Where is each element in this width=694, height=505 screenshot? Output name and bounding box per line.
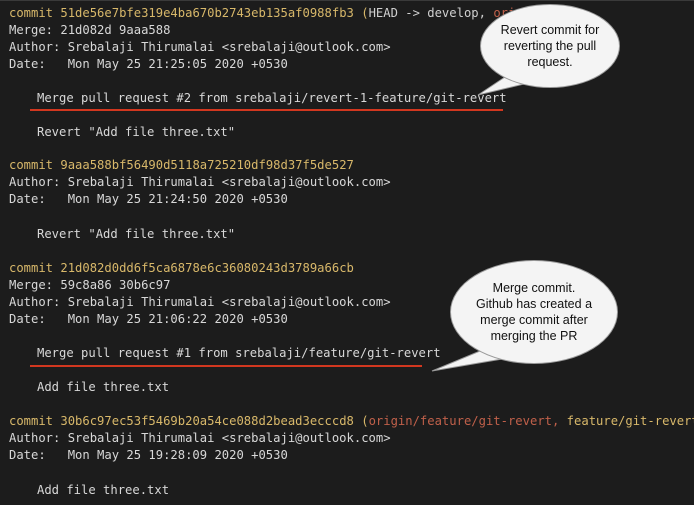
callout-line: Github has created a xyxy=(475,297,593,311)
callout-line: merging the PR xyxy=(490,329,578,343)
callout-line: Merge commit. xyxy=(492,281,576,295)
revert-callout: Revert commit for reverting the pull req… xyxy=(481,5,619,87)
callout-line: Revert commit for xyxy=(500,23,600,37)
callout-line: merge commit after xyxy=(480,313,588,327)
merge-callout: Merge commit. Github has created a merge… xyxy=(451,261,617,363)
callout-line: reverting the pull xyxy=(503,39,597,53)
callout-line: request. xyxy=(527,55,573,69)
terminal-window: commit 51de56e7bfe319e4ba670b2743eb135af… xyxy=(0,0,694,505)
